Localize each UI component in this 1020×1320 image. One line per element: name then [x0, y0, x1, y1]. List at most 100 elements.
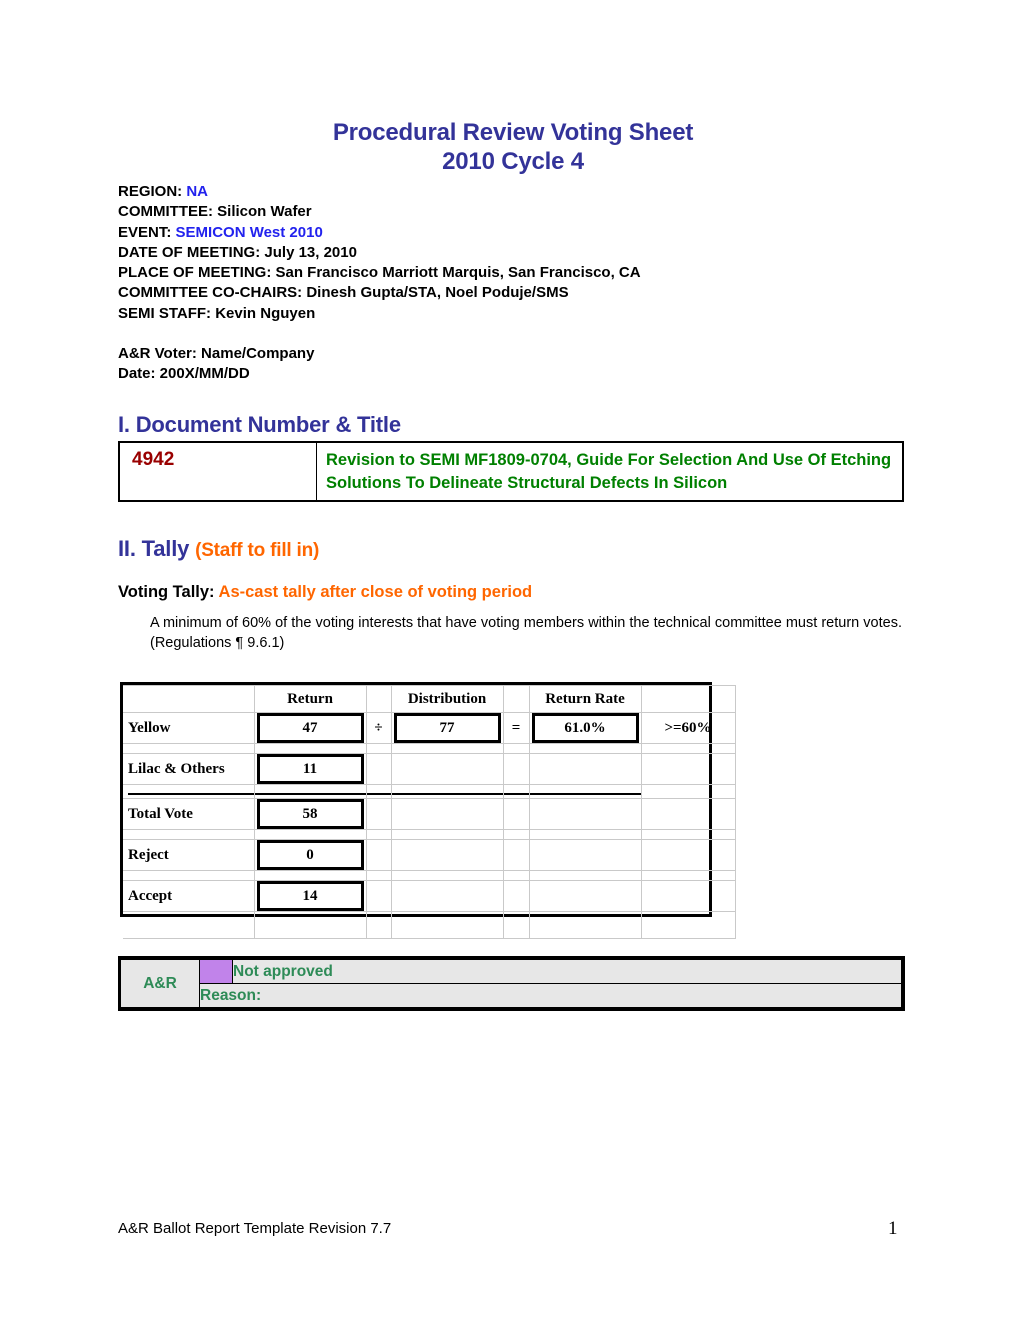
tally-cell-total-vote-return[interactable]: 58 — [253, 798, 367, 830]
tally-spacer-row-2 — [123, 829, 736, 840]
page-title-line2: 2010 Cycle 4 — [442, 148, 584, 175]
spacer-cell — [390, 743, 504, 754]
spacer-cell — [253, 829, 367, 840]
tally-value-lilac-return: 11 — [256, 754, 364, 784]
tally-table: Return Distribution Return Rate Yellow 4… — [123, 685, 736, 939]
voting-tally-line: Voting Tally: As-cast tally after close … — [118, 583, 532, 602]
empty-cell — [640, 880, 736, 912]
spacer-cell — [502, 829, 530, 840]
spacer-cell — [253, 743, 367, 754]
voter-block: A&R Voter: Name/Company Date: 200X/MM/DD — [118, 344, 918, 385]
tally-spacer-row-1 — [123, 743, 736, 754]
empty-cell — [502, 911, 530, 939]
tally-row-total-vote: Total Vote 58 — [123, 798, 736, 830]
empty-cell — [390, 839, 504, 871]
tally-value-yellow-distribution: 77 — [393, 713, 501, 743]
region-value: NA — [186, 183, 209, 200]
ar-status-label: Not approved — [232, 959, 902, 984]
tally-operator-equals: = — [502, 712, 530, 744]
tally-header-gap-1 — [365, 685, 392, 713]
semi-staff-label: SEMI STAFF: — [118, 304, 216, 322]
voter-date-line: Date: 200X/MM/DD — [118, 365, 250, 383]
regulation-note: A minimum of 60% of the voting interests… — [150, 615, 902, 651]
spacer-cell — [123, 870, 255, 881]
empty-cell — [502, 753, 530, 785]
empty-cell — [640, 798, 736, 830]
document-title-cell: Revision to SEMI MF1809-0704, Guide For … — [316, 441, 904, 502]
separator-line-cell — [253, 784, 367, 799]
tally-header-row: Return Distribution Return Rate — [123, 685, 736, 713]
tally-header-return: Return — [253, 685, 367, 713]
separator-line — [391, 793, 503, 795]
ar-status-checkbox[interactable] — [199, 959, 233, 984]
meta-row-date: DATE OF MEETING: July 13, 2010 — [118, 243, 918, 263]
tally-cell-yellow-return-rate[interactable]: 61.0% — [528, 712, 642, 744]
empty-cell — [365, 798, 392, 830]
ar-label: A&R — [121, 959, 200, 1008]
meeting-metadata: REGION: NA COMMITTEE: Silicon Wafer EVEN… — [118, 182, 918, 324]
tally-cell-accept-return[interactable]: 14 — [253, 880, 367, 912]
committee-label: COMMITTEE: — [118, 203, 218, 221]
tally-header-gap-2 — [502, 685, 530, 713]
footer-page-number: 1 — [888, 1218, 898, 1239]
section-2-heading-main: II. Tally — [118, 536, 196, 561]
spacer-cell — [390, 829, 504, 840]
place-of-meeting-label: PLACE OF MEETING: — [118, 264, 276, 282]
empty-cell — [502, 839, 530, 871]
tally-value-total-vote-return: 58 — [256, 799, 364, 829]
spacer-cell — [253, 870, 367, 881]
tally-spacer-row-3 — [123, 870, 736, 881]
empty-cell — [528, 911, 642, 939]
separator-line — [254, 793, 366, 795]
empty-cell — [365, 911, 392, 939]
ar-voter-line: A&R Voter: Name/Company — [118, 345, 315, 362]
voting-tally-value: As-cast tally after close of voting peri… — [218, 583, 533, 601]
empty-cell — [253, 911, 367, 939]
empty-cell — [390, 880, 504, 912]
cochairs-value: Dinesh Gupta/STA, Noel Poduje/SMS — [306, 284, 569, 302]
tally-row-accept: Accept 14 — [123, 880, 736, 912]
separator-line-cell — [123, 784, 255, 799]
tally-value-reject-return: 0 — [256, 840, 364, 870]
tally-row-lilac-others: Lilac & Others 11 — [123, 753, 736, 785]
empty-cell — [365, 880, 392, 912]
ar-reason-field[interactable]: Reason: — [199, 983, 902, 1008]
tally-value-accept-return: 14 — [256, 881, 364, 911]
empty-cell — [390, 753, 504, 785]
footer-template-text: A&R Ballot Report Template Revision 7.7 — [118, 1220, 392, 1237]
place-of-meeting-value: San Francisco Marriott Marquis, San Fran… — [275, 264, 641, 282]
tally-label-total-vote: Total Vote — [123, 798, 255, 830]
spacer-cell — [390, 870, 504, 881]
separator-line — [503, 793, 529, 795]
tally-label-reject: Reject — [123, 839, 255, 871]
document-page: Procedural Review Voting Sheet 2010 Cycl… — [0, 0, 1020, 1320]
meta-row-semi-staff: SEMI STAFF: Kevin Nguyen — [118, 304, 918, 324]
semi-staff-value: Kevin Nguyen — [215, 304, 316, 322]
empty-cell — [365, 839, 392, 871]
page-title: Procedural Review Voting Sheet 2010 Cycl… — [118, 118, 908, 176]
tally-cell-yellow-distribution[interactable]: 77 — [390, 712, 504, 744]
spacer-cell — [365, 870, 392, 881]
lilac-swatch-icon — [200, 960, 232, 983]
tally-header-blank — [123, 685, 255, 713]
empty-cell — [640, 784, 736, 799]
cochairs-label: COMMITTEE CO-CHAIRS: — [118, 284, 307, 302]
empty-cell — [390, 798, 504, 830]
spacer-cell — [123, 829, 255, 840]
meta-row-cochairs: COMMITTEE CO-CHAIRS: Dinesh Gupta/STA, N… — [118, 283, 918, 303]
tally-cell-reject-return[interactable]: 0 — [253, 839, 367, 871]
spacer-cell — [528, 743, 642, 754]
tally-cell-lilac-return[interactable]: 11 — [253, 753, 367, 785]
separator-line-cell — [502, 784, 530, 799]
section-2-heading: II. Tally (Staff to fill in) — [118, 536, 319, 562]
spacer-cell — [502, 870, 530, 881]
voting-tally-label: Voting Tally: — [118, 583, 219, 601]
meta-row-region: REGION: NA — [118, 182, 918, 202]
tally-threshold-note: >=60% — [640, 712, 736, 744]
spacer-cell — [640, 870, 736, 881]
document-number-cell: 4942 — [118, 441, 317, 502]
empty-cell — [502, 798, 530, 830]
tally-cell-yellow-return[interactable]: 47 — [253, 712, 367, 744]
date-of-meeting-value: July 13, 2010 — [264, 243, 357, 261]
tally-table-container: Return Distribution Return Rate Yellow 4… — [120, 682, 736, 939]
